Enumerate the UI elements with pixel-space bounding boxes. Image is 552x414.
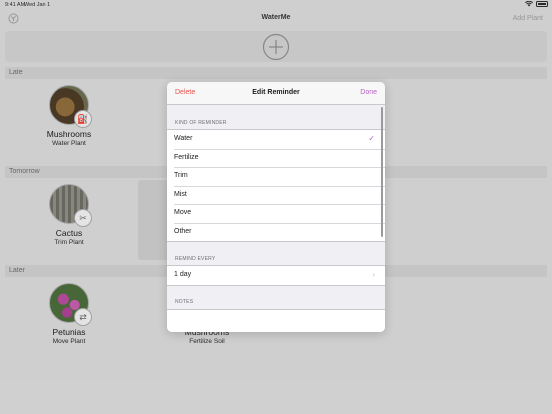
kind-label: Fertilize <box>174 153 199 161</box>
kind-option-other[interactable]: Other <box>167 222 385 242</box>
kind-label: Trim <box>174 172 188 179</box>
interval-value: 1 day <box>174 271 192 278</box>
chevron-right-icon: › <box>372 270 375 279</box>
kind-option-move[interactable]: Move <box>167 204 385 223</box>
kind-label: Mist <box>174 190 187 198</box>
kind-label: Other <box>174 227 192 235</box>
edit-reminder-modal: Delete Edit Reminder Done KIND OF REMIND… <box>167 82 385 332</box>
reminder-kind-list: Water ✓ Fertilize Trim Mist Move Other <box>167 129 385 242</box>
remind-every-list: 1 day › <box>167 265 385 286</box>
kind-option-fertilize[interactable]: Fertilize <box>167 148 385 168</box>
modal-title: Edit Reminder <box>252 89 300 96</box>
remind-every-header: REMIND EVERY <box>175 256 216 262</box>
kind-label: Water <box>174 135 193 142</box>
modal-header: Delete Edit Reminder Done <box>167 82 385 105</box>
scroll-indicator[interactable] <box>381 107 383 237</box>
done-button[interactable]: Done <box>360 89 377 96</box>
kind-option-trim[interactable]: Trim <box>167 167 385 186</box>
notes-header: NOTES <box>175 299 194 305</box>
interval-row[interactable]: 1 day › <box>167 266 385 285</box>
checkmark-icon: ✓ <box>368 134 375 143</box>
notes-field[interactable] <box>167 309 385 332</box>
kind-of-reminder-header: KIND OF REMINDER <box>175 120 227 126</box>
kind-label: Move <box>174 209 192 216</box>
kind-option-mist[interactable]: Mist <box>167 185 385 205</box>
kind-option-water[interactable]: Water ✓ <box>167 130 385 149</box>
